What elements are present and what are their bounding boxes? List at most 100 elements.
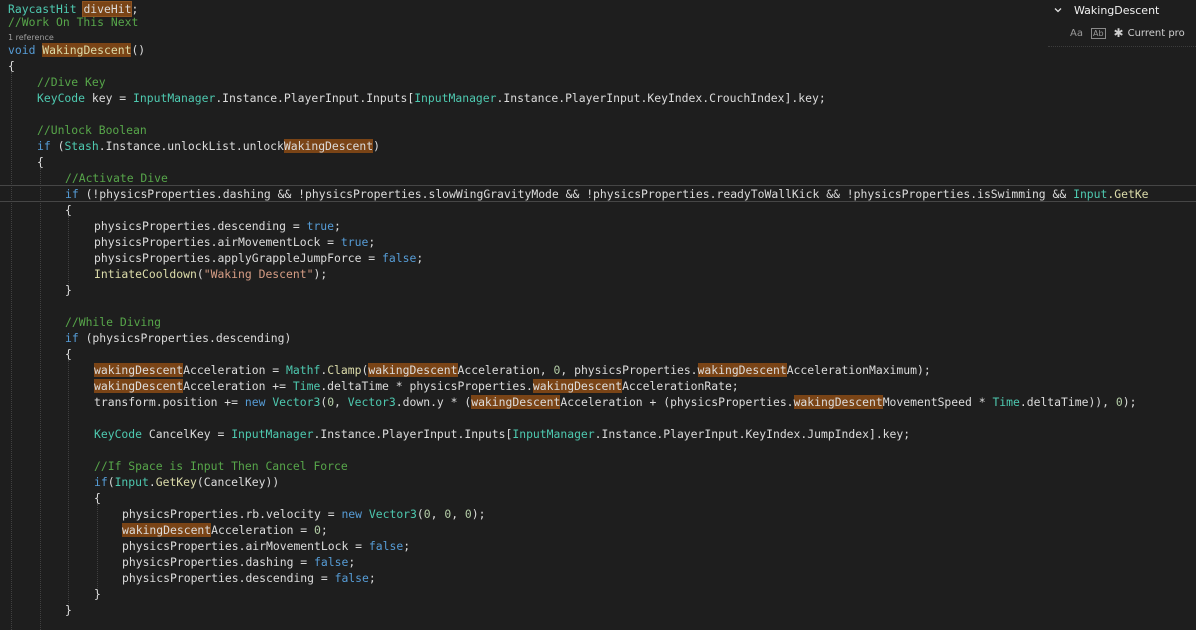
code-line[interactable]: if (!physicsProperties.dashing && !physi… <box>65 186 1149 202</box>
token: .Instance.unlockList.unlock <box>98 139 284 153</box>
token: Acceleration, <box>457 363 554 377</box>
token: physicsProperties.airMovementLock = <box>94 235 341 249</box>
token: physicsProperties.airMovementLock = <box>122 539 369 553</box>
token-function: IntiateCooldown <box>94 267 197 281</box>
indent-guide <box>68 216 69 286</box>
code-line[interactable]: if (Stash.Instance.unlockList.unlockWaki… <box>37 138 380 154</box>
token: physicsProperties.descending = <box>122 571 335 585</box>
token: physicsProperties.rb.velocity = <box>122 507 342 521</box>
code-line[interactable]: physicsProperties.airMovementLock = fals… <box>122 538 410 554</box>
code-line[interactable]: physicsProperties.applyGrappleJumpForce … <box>94 250 423 266</box>
code-line[interactable]: wakingDescentAcceleration = 0; <box>122 522 328 538</box>
token-type: InputManager <box>414 91 497 105</box>
token: Acceleration = <box>211 523 315 537</box>
token: . <box>148 475 156 489</box>
token: ) <box>373 139 380 153</box>
token: physicsProperties.applyGrappleJumpForce … <box>94 251 383 265</box>
code-editor[interactable]: RaycastHit diveHit; //Work On This Next … <box>0 0 1196 630</box>
match-case-toggle[interactable]: Aa <box>1070 28 1083 39</box>
token-highlight: wakingDescent <box>94 363 184 377</box>
token: ( <box>50 139 65 153</box>
token: = <box>210 427 232 441</box>
code-line[interactable]: { <box>37 154 44 170</box>
token: ); <box>313 267 328 281</box>
code-line[interactable]: { <box>8 58 15 74</box>
token-highlight: wakingDescent <box>532 379 623 393</box>
code-line[interactable]: { <box>94 490 101 506</box>
code-line[interactable]: { <box>65 346 72 362</box>
token: , <box>430 507 445 521</box>
code-line[interactable]: } <box>94 586 101 602</box>
code-line[interactable]: if (physicsProperties.descending) <box>65 330 291 346</box>
code-line[interactable]: physicsProperties.descending = false; <box>122 570 376 586</box>
whole-word-toggle[interactable]: Ab <box>1090 27 1106 39</box>
token: ; <box>368 571 376 585</box>
token-highlight: wakingDescent <box>471 395 561 409</box>
code-line[interactable]: wakingDescentAcceleration = Mathf.Clamp(… <box>94 362 931 378</box>
token: Acceleration += <box>183 379 293 393</box>
token: ); <box>471 507 486 521</box>
token-identifier: CancelKey <box>203 475 266 489</box>
token-keyword: if <box>37 139 51 153</box>
code-comment[interactable]: //Activate Dive <box>65 170 168 186</box>
token: Acceleration = <box>183 363 287 377</box>
token-type: InputManager <box>231 427 314 441</box>
token-highlight: wakingDescent <box>793 395 883 409</box>
token: AccelerationMaximum); <box>786 363 931 377</box>
token: , <box>334 395 348 409</box>
code-line[interactable]: { <box>65 202 72 218</box>
code-comment[interactable]: //Work On This Next <box>8 14 138 30</box>
token: ; <box>348 555 356 569</box>
token: ; <box>368 235 376 249</box>
regex-icon[interactable]: ✱ <box>1114 26 1124 40</box>
code-line[interactable]: physicsProperties.dashing = false; <box>122 554 355 570</box>
find-search-input[interactable]: WakingDescent <box>1074 4 1159 17</box>
code-line[interactable]: physicsProperties.descending = true; <box>94 218 341 234</box>
find-options-row: Aa Ab ✱ Current pro <box>1070 26 1185 40</box>
code-line[interactable]: void WakingDescent() <box>8 42 145 58</box>
code-line[interactable]: physicsProperties.airMovementLock = true… <box>94 234 375 250</box>
token: AccelerationRate; <box>622 379 739 393</box>
token: () <box>131 43 146 57</box>
token: , physicsProperties. <box>560 363 698 377</box>
code-line[interactable]: } <box>65 282 72 298</box>
token-highlight: wakingDescent <box>94 379 184 393</box>
token-keyword: true <box>306 219 335 233</box>
token-keyword: void <box>8 43 36 57</box>
token: )) <box>265 475 280 489</box>
code-line[interactable]: KeyCode key = InputManager.Instance.Play… <box>37 90 826 106</box>
code-line[interactable]: wakingDescentAcceleration += Time.deltaT… <box>94 378 739 394</box>
token-string: "Waking Descent" <box>203 267 314 281</box>
token: .deltaTime)), <box>1019 395 1116 409</box>
token: ); <box>1122 395 1137 409</box>
token: ( <box>196 475 204 489</box>
token-highlight: WakingDescent <box>283 139 374 153</box>
token-keyword: if <box>65 187 79 201</box>
search-scope-dropdown[interactable]: Current pro <box>1128 28 1185 39</box>
token-type: InputManager <box>512 427 595 441</box>
token: , <box>451 507 465 521</box>
chevron-down-icon[interactable] <box>1054 6 1062 14</box>
code-line[interactable]: physicsProperties.rb.velocity = new Vect… <box>122 506 486 522</box>
code-line[interactable]: transform.position += new Vector3(0, Vec… <box>94 394 1136 410</box>
code-line[interactable]: IntiateCooldown("Waking Descent"); <box>94 266 327 282</box>
indent-guide <box>68 360 69 610</box>
token-highlight: wakingDescent <box>122 523 212 537</box>
token-identifier: CancelKey <box>148 427 211 441</box>
token-number: 0 <box>1115 395 1123 409</box>
code-line[interactable]: } <box>65 602 72 618</box>
token-type: KeyCode <box>37 91 86 105</box>
token: .Instance.PlayerInput.KeyIndex.CrouchInd… <box>496 91 826 105</box>
token: physicsProperties.descending = <box>94 219 307 233</box>
indent-guide <box>11 72 12 630</box>
code-line[interactable]: if(Input.GetKey(CancelKey)) <box>94 474 279 490</box>
code-line[interactable]: KeyCode CancelKey = InputManager.Instanc… <box>94 426 910 442</box>
token-keyword: false <box>382 251 417 265</box>
code-comment[interactable]: //Dive Key <box>37 74 106 90</box>
token-keyword: if <box>65 331 79 345</box>
code-comment[interactable]: //If Space is Input Then Cancel Force <box>94 458 348 474</box>
code-comment[interactable]: //Unlock Boolean <box>37 122 147 138</box>
token: .Instance.PlayerInput.KeyIndex.JumpIndex… <box>594 427 911 441</box>
code-comment[interactable]: //While Diving <box>65 314 161 330</box>
